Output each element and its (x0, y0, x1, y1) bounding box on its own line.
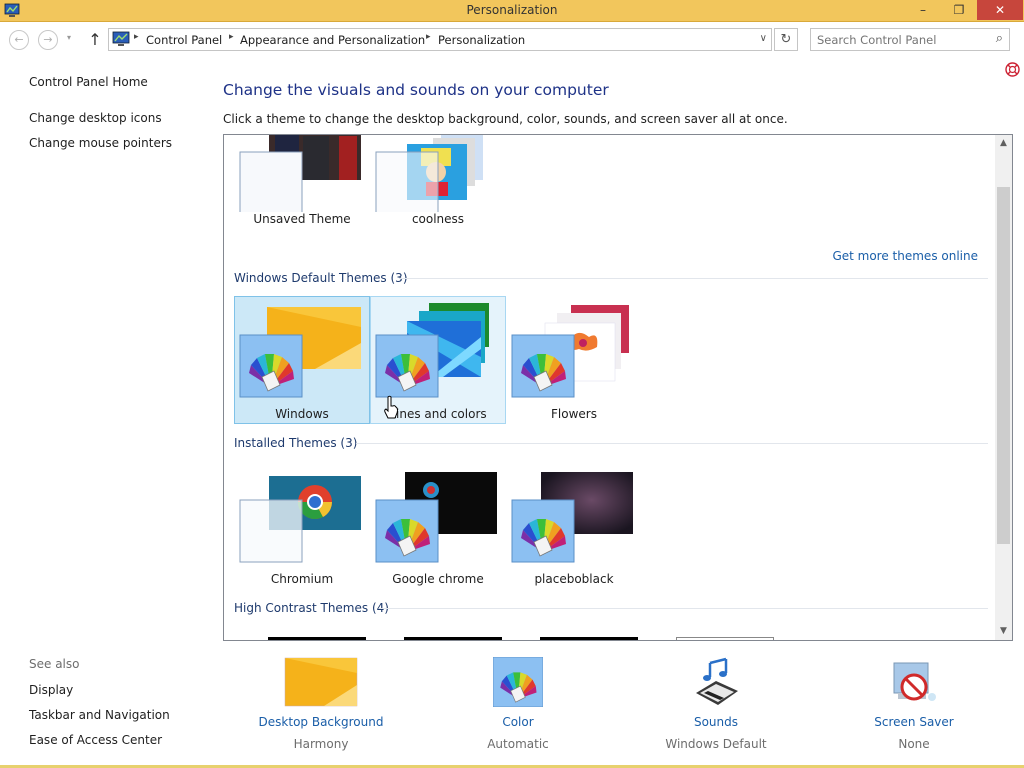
screen-saver-value: None (898, 737, 930, 751)
google-chrome-theme-preview (375, 472, 497, 563)
window-title: Personalization (466, 3, 558, 17)
control-panel-home-link[interactable]: Control Panel Home (29, 75, 148, 89)
search-input[interactable] (817, 30, 987, 50)
theme-unsaved[interactable]: Unsaved Theme (234, 135, 370, 229)
scroll-thumb[interactable] (997, 187, 1010, 544)
screen-saver-icon (893, 662, 936, 701)
sounds-setting[interactable]: Sounds Windows Default (626, 657, 806, 751)
minimize-button[interactable]: – (910, 0, 936, 20)
see-also-heading: See also (29, 657, 80, 671)
color-value: Automatic (487, 737, 549, 751)
address-dropdown-icon[interactable]: ∨ (760, 33, 767, 44)
theme-label: placeboblack (534, 572, 614, 586)
theme-flowers[interactable]: Flowers (506, 296, 642, 424)
unsaved-theme-preview (239, 135, 361, 212)
flowers-theme-preview (511, 305, 629, 398)
page-description: Click a theme to change the desktop back… (223, 112, 788, 126)
theme-placeboblack[interactable]: placeboblack (506, 461, 642, 589)
scroll-up-icon[interactable]: ▲ (995, 135, 1012, 152)
sounds-value: Windows Default (665, 737, 767, 751)
breadcrumb-personalization[interactable]: Personalization (438, 33, 525, 47)
page-title: Change the visuals and sounds on your co… (223, 81, 609, 99)
sounds-icon (696, 657, 738, 705)
desktop-background-setting[interactable]: Desktop Background Harmony (231, 657, 411, 751)
scroll-down-icon[interactable]: ▼ (995, 623, 1012, 640)
desktop-background-icon (284, 657, 358, 707)
color-palette-icon (493, 657, 543, 707)
breadcrumb-separator[interactable]: ▸ (426, 32, 431, 42)
desktop-background-value: Harmony (293, 737, 349, 751)
navigation-bar: ← → ▾ ↑ ▸ Control Panel ▸ Appearance and… (0, 22, 1024, 58)
theme-label: Windows (275, 407, 329, 421)
title-bar: Personalization – ❐ ✕ (0, 0, 1024, 22)
coolness-theme-preview (375, 135, 483, 212)
lines-colors-theme-preview (375, 303, 489, 398)
refresh-button[interactable]: ↻ (774, 28, 798, 51)
restore-button[interactable]: ❐ (946, 0, 972, 20)
high-contrast-preview[interactable] (404, 637, 502, 640)
up-button[interactable]: ↑ (86, 30, 104, 49)
change-desktop-icons-link[interactable]: Change desktop icons (29, 111, 162, 125)
group-high-contrast-header[interactable]: High Contrast Themes (4) (234, 601, 389, 615)
color-label[interactable]: Color (428, 715, 608, 729)
search-box[interactable]: ⌕ (810, 28, 1010, 51)
breadcrumb-appearance[interactable]: Appearance and Personalization (240, 33, 425, 47)
screen-saver-setting[interactable]: Screen Saver None (824, 657, 1004, 751)
ease-of-access-link[interactable]: Ease of Access Center (29, 733, 162, 747)
address-bar[interactable]: ▸ Control Panel ▸ Appearance and Persona… (108, 28, 772, 51)
theme-label: Flowers (551, 407, 597, 421)
group-divider (379, 608, 988, 609)
recent-locations-dropdown[interactable]: ▾ (67, 33, 71, 42)
chromium-theme-preview (239, 476, 361, 563)
group-divider (356, 443, 988, 444)
help-icon[interactable] (1005, 62, 1020, 77)
theme-google-chrome[interactable]: Google chrome (370, 461, 506, 589)
breadcrumb-control-panel[interactable]: Control Panel (146, 33, 222, 47)
search-icon[interactable]: ⌕ (996, 31, 1003, 46)
theme-chromium[interactable]: Chromium (234, 461, 370, 589)
hand-cursor-icon (384, 395, 398, 419)
group-installed-header[interactable]: Installed Themes (3) (234, 436, 357, 450)
color-setting[interactable]: Color Automatic (428, 657, 608, 751)
group-divider (399, 278, 988, 279)
control-panel-icon (112, 31, 130, 46)
theme-label: Unsaved Theme (253, 212, 351, 226)
breadcrumb-separator[interactable]: ▸ (229, 32, 234, 42)
high-contrast-preview[interactable] (268, 637, 366, 640)
theme-coolness[interactable]: coolness (370, 135, 506, 229)
placeboblack-theme-preview (511, 472, 633, 563)
desktop-background-label[interactable]: Desktop Background (231, 715, 411, 729)
theme-label: coolness (411, 212, 465, 226)
back-button[interactable]: ← (9, 30, 29, 50)
screen-saver-label[interactable]: Screen Saver (824, 715, 1004, 729)
themes-list[interactable]: Unsaved Theme coolness Get more themes o… (223, 134, 1013, 641)
theme-windows[interactable]: Windows (234, 296, 370, 424)
display-link[interactable]: Display (29, 683, 73, 697)
change-mouse-pointers-link[interactable]: Change mouse pointers (29, 136, 172, 150)
get-more-themes-link[interactable]: Get more themes online (832, 249, 978, 263)
themes-scrollbar[interactable]: ▲ ▼ (995, 135, 1012, 640)
close-button[interactable]: ✕ (977, 0, 1023, 20)
windows-theme-preview (239, 307, 361, 398)
high-contrast-preview[interactable] (676, 637, 774, 640)
theme-label: Chromium (270, 572, 334, 586)
breadcrumb-separator[interactable]: ▸ (134, 32, 139, 42)
sounds-label[interactable]: Sounds (626, 715, 806, 729)
high-contrast-preview[interactable] (540, 637, 638, 640)
theme-label: Google chrome (392, 572, 484, 586)
forward-button[interactable]: → (38, 30, 58, 50)
group-windows-default-header[interactable]: Windows Default Themes (3) (234, 271, 408, 285)
taskbar-navigation-link[interactable]: Taskbar and Navigation (29, 708, 170, 722)
